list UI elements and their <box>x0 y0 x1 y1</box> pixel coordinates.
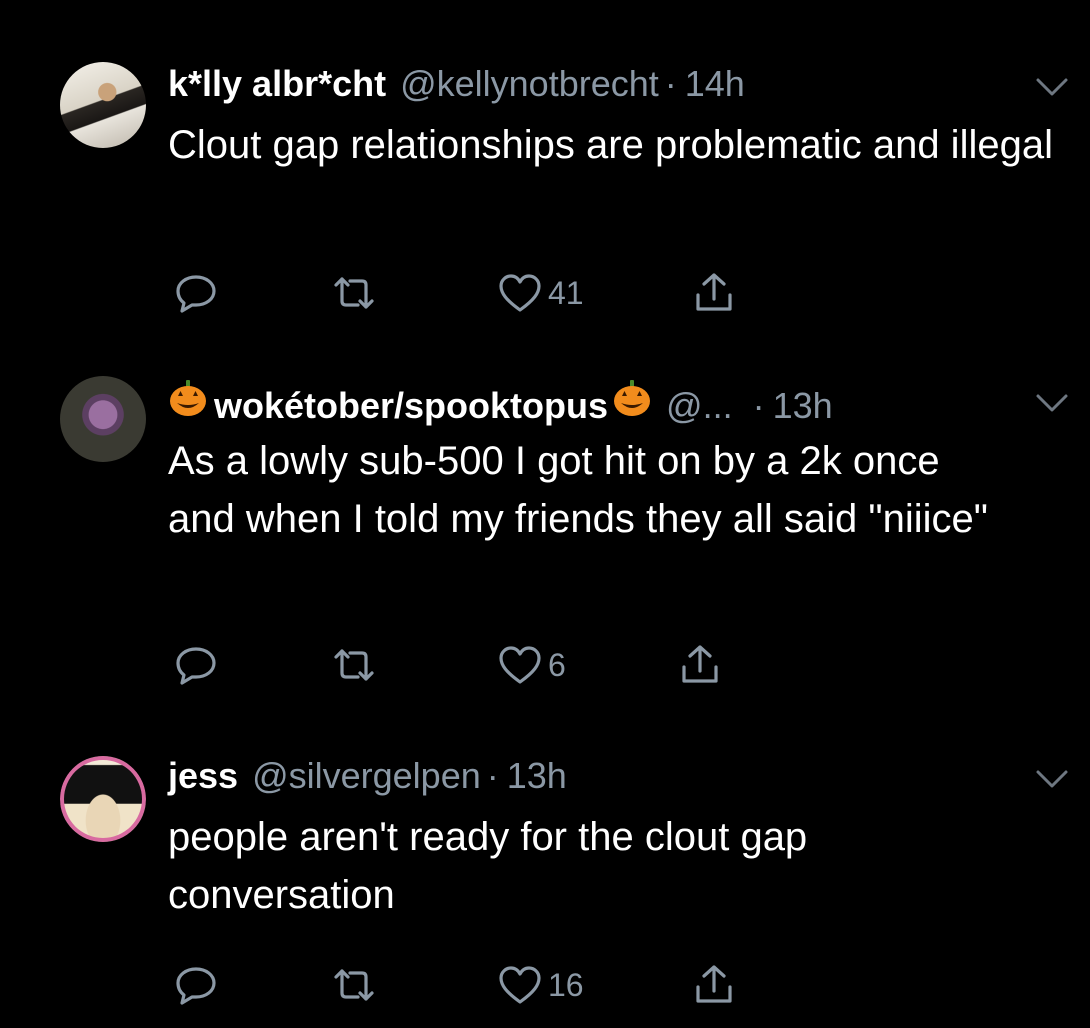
display-name[interactable]: k*lly albr*cht <box>168 62 386 106</box>
reply-button[interactable] <box>172 268 220 318</box>
tweet-text: people aren't ready for the clout gap co… <box>168 815 808 917</box>
share-icon <box>696 273 732 311</box>
chevron-down-icon[interactable] <box>1032 388 1072 418</box>
separator-dot: · <box>486 755 499 796</box>
heart-icon <box>499 274 541 312</box>
display-name[interactable]: wokétober/spooktopus <box>214 384 608 428</box>
timestamp[interactable]: 14h <box>685 62 745 106</box>
heart-icon <box>499 646 541 684</box>
like-count: 6 <box>548 646 566 683</box>
reply-button[interactable] <box>172 640 220 690</box>
display-name[interactable]: jess <box>168 754 238 798</box>
avatar[interactable] <box>60 756 146 842</box>
retweet-icon <box>334 649 374 681</box>
tweet-header: wokétober/spooktopus @... · 13h <box>168 378 1070 428</box>
tweet-header: jess @silvergelpen · 13h <box>168 754 1070 798</box>
retweet-button[interactable] <box>330 640 378 690</box>
timestamp[interactable]: 13h <box>507 754 567 798</box>
reply-icon <box>176 647 216 685</box>
like-button[interactable]: 41 <box>496 268 584 318</box>
jack-o-lantern-icon <box>170 380 206 416</box>
handle[interactable]: @... <box>666 384 733 428</box>
jack-o-lantern-icon <box>614 380 651 416</box>
handle[interactable]: @silvergelpen <box>252 754 481 798</box>
share-button[interactable] <box>690 268 738 318</box>
tweet-header: k*lly albr*cht @kellynotbrecht · 14h <box>168 62 1070 106</box>
heart-icon <box>499 966 541 1004</box>
reply-icon <box>176 275 216 313</box>
reply-button[interactable] <box>172 960 220 1010</box>
share-icon <box>696 965 732 1003</box>
like-button[interactable]: 16 <box>496 960 584 1010</box>
tweet-text: Clout gap relationships are problematic … <box>168 123 1053 167</box>
retweet-button[interactable] <box>330 960 378 1010</box>
handle[interactable]: @kellynotbrecht <box>400 62 659 106</box>
like-count: 16 <box>548 966 584 1003</box>
separator-dot: · <box>664 63 677 104</box>
reply-icon <box>176 967 216 1005</box>
like-count: 41 <box>548 274 584 311</box>
separator-dot: · <box>752 385 765 426</box>
share-button[interactable] <box>690 960 738 1010</box>
chevron-down-icon[interactable] <box>1032 72 1072 102</box>
avatar[interactable] <box>60 62 146 148</box>
tweet-text: As a lowly sub-500 I got hit on by a 2k … <box>168 439 988 541</box>
retweet-button[interactable] <box>330 268 378 318</box>
share-button[interactable] <box>676 640 724 690</box>
like-button[interactable]: 6 <box>496 640 566 690</box>
share-icon <box>682 645 718 683</box>
avatar[interactable] <box>60 376 146 462</box>
retweet-icon <box>334 969 374 1001</box>
timestamp[interactable]: 13h <box>773 384 833 428</box>
chevron-down-icon[interactable] <box>1032 764 1072 794</box>
retweet-icon <box>334 277 374 309</box>
